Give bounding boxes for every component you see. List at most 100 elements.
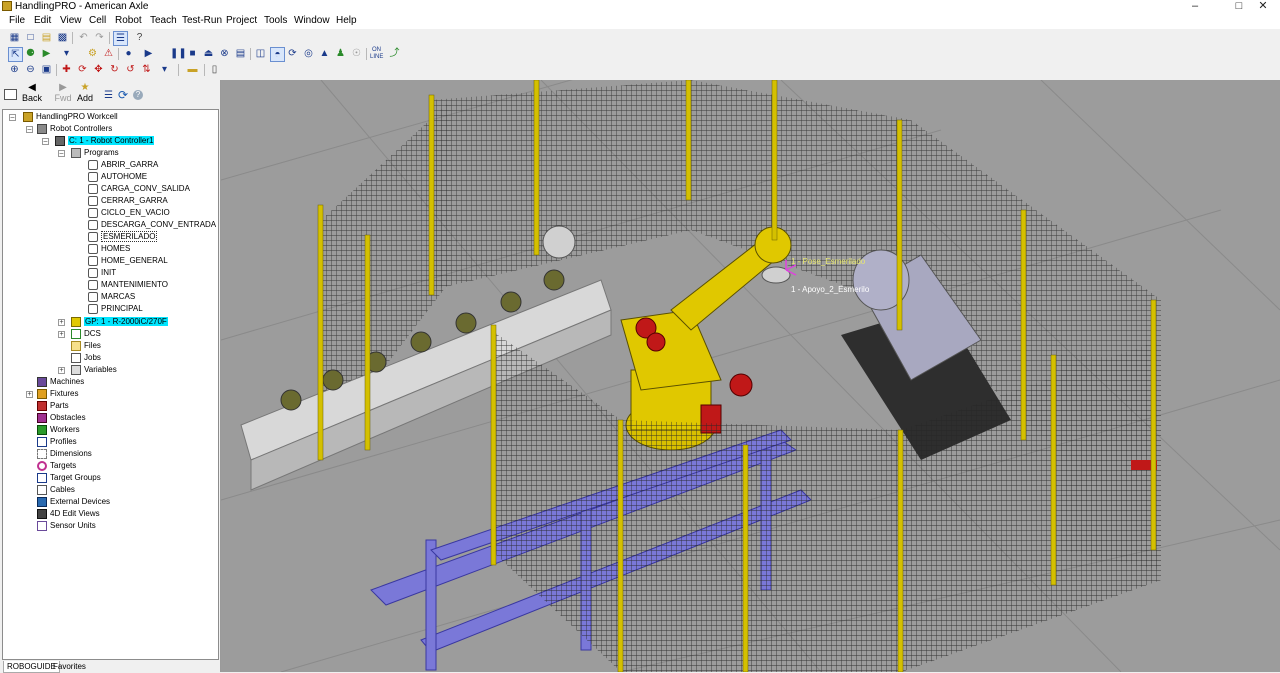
target-icon[interactable]: ◎ [302,47,315,60]
worker-icon[interactable]: ♟ [334,47,347,60]
menu-view[interactable]: View [60,14,82,28]
new-file-icon[interactable]: □ [24,31,37,44]
pause-icon[interactable]: ❚❚ [170,47,187,60]
menu-help[interactable]: Help [336,14,357,28]
tree-item-parts[interactable]: Parts [37,400,69,412]
rotate-icon[interactable]: ⟳ [76,63,89,76]
program-item[interactable]: INIT [88,267,116,279]
search-icon[interactable]: ? [133,90,143,100]
menu-test-run[interactable]: Test-Run [182,14,222,28]
tree-item-external-devices[interactable]: External Devices [37,496,110,508]
rotate-y-icon[interactable]: ↺ [124,63,137,76]
reach-icon[interactable]: ⟳ [286,47,299,60]
program-item[interactable]: AUTOHOME [88,171,147,183]
menu-robot[interactable]: Robot [115,14,142,28]
move-icon[interactable]: ✚ [60,63,73,76]
tree-item-files[interactable]: Files [71,340,101,352]
tree-item-variables[interactable]: Variables [71,364,117,376]
play-icon[interactable]: ▶ [142,47,155,60]
program-item[interactable]: HOME_GENERAL [88,255,168,267]
online-line-icon[interactable]: ON LINE [370,47,383,60]
expand-dcs-icon[interactable]: + [58,331,65,338]
program-item[interactable]: PRINCIPAL [88,303,143,315]
menu-teach[interactable]: Teach [150,14,177,28]
zoom-window-icon[interactable]: ▣ [40,63,53,76]
workcell-3d-viewport[interactable]: 1 - Pose_Esmerilado 1 - Apoyo_2_Esmerilo [221,80,1280,672]
program-item[interactable]: HOMES [88,243,130,255]
robot-icon[interactable]: ⚙ [86,47,99,60]
program-item[interactable]: MANTENIMIENTO [88,279,168,291]
eject-icon[interactable]: ⏏ [202,47,215,60]
tree-item-jobs[interactable]: Jobs [71,352,101,364]
move-to-icon[interactable]: ▶ [40,47,53,60]
tree-item-machines[interactable]: Machines [37,376,84,388]
tree-item-dimensions[interactable]: Dimensions [37,448,92,460]
io-panel-icon[interactable]: ▤ [234,47,247,60]
tree-item-obstacles[interactable]: Obstacles [37,412,86,424]
tree-item-sensor-units[interactable]: Sensor Units [37,520,96,532]
connect-icon[interactable]: ⤴ [388,47,401,60]
pan-icon[interactable]: ✥ [92,63,105,76]
cell-browser-icon[interactable]: ▦ [8,31,21,44]
menu-cell[interactable]: Cell [89,14,106,28]
tree-item-workers[interactable]: Workers [37,424,80,436]
measure-icon[interactable]: ▬ [186,63,199,76]
workcell-view-icon[interactable]: ☰ [113,31,128,46]
browser-menu-icon[interactable] [4,89,17,100]
refresh-icon[interactable]: ⟳ [118,88,128,102]
tree-item-targets[interactable]: Targets [37,460,76,472]
frames-icon[interactable]: ◫ [254,47,267,60]
tree-item-profiles[interactable]: Profiles [37,436,77,448]
tree-item-4d-edit-views[interactable]: 4D Edit Views [37,508,100,520]
profiler-icon[interactable]: ☉ [350,47,363,60]
rotate-x-icon[interactable]: ↻ [108,63,121,76]
program-item[interactable]: CERRAR_GARRA [88,195,168,207]
menu-project[interactable]: Project [226,14,257,28]
view-dropdown-icon[interactable]: ▾ [158,63,171,76]
signal-tower-icon[interactable]: ▲ [318,47,331,60]
undo-icon[interactable]: ↶ [77,31,90,44]
menu-tools[interactable]: Tools [264,14,287,28]
program-item[interactable]: ABRIR_GARRA [88,159,158,171]
program-item[interactable]: ESMERILADO [88,231,158,243]
expand-controllers-icon[interactable]: – [26,126,33,133]
expand-fixtures-icon[interactable]: + [26,391,33,398]
tree-item-controller-1[interactable]: C: 1 - Robot Controller1 [55,135,155,147]
add-favorite-button[interactable]: ★ Add [71,82,99,108]
zoom-in-icon[interactable]: ⊕ [8,63,21,76]
tab-favorites[interactable]: Favorites [50,661,89,672]
program-item[interactable]: CICLO_EN_VACIO [88,207,170,219]
record-icon[interactable]: ● [122,47,135,60]
abort-icon[interactable]: ⊗ [218,47,231,60]
program-item[interactable]: DESCARGA_CONV_ENTRADA [88,219,216,231]
minimize-icon[interactable]: – [1178,0,1212,13]
tree-item-robot-controllers[interactable]: Robot Controllers [37,123,112,135]
expand-programs-icon[interactable]: – [58,150,65,157]
menu-edit[interactable]: Edit [34,14,51,28]
tree-view-icon[interactable]: ☰ [104,90,113,101]
tree-item-dcs[interactable]: DCS [71,328,101,340]
zoom-out-icon[interactable]: ⊖ [24,63,37,76]
redo-icon[interactable]: ↷ [93,31,106,44]
back-button[interactable]: ◀ Back [18,82,46,108]
tree-item-programs[interactable]: Programs [71,147,119,159]
expand-root-icon[interactable]: – [9,114,16,121]
expand-controller-icon[interactable]: – [42,138,49,145]
teach-pendant-icon[interactable]: ⚈ [24,47,37,60]
expand-variables-icon[interactable]: + [58,367,65,374]
expand-group-icon[interactable]: + [58,319,65,326]
menu-file[interactable]: File [9,14,25,28]
jog-dropdown-icon[interactable]: ▾ [60,47,73,60]
stop-icon[interactable]: ■ [186,47,199,60]
tree-item-target-groups[interactable]: Target Groups [37,472,101,484]
alarm-icon[interactable]: ⚠ [102,47,115,60]
save-icon[interactable]: ▩ [56,31,69,44]
menu-window[interactable]: Window [294,14,330,28]
tree-item-robot-group[interactable]: GP: 1 - R-2000iC/270F [71,316,168,328]
tree-item-fixtures[interactable]: Fixtures [37,388,78,400]
program-item[interactable]: CARGA_CONV_SALIDA [88,183,190,195]
tree-item-cables[interactable]: Cables [37,484,75,496]
rotate-z-icon[interactable]: ⇅ [140,63,153,76]
mouse-icon[interactable]: ▯ [208,63,221,76]
open-folder-icon[interactable]: ▤ [40,31,53,44]
